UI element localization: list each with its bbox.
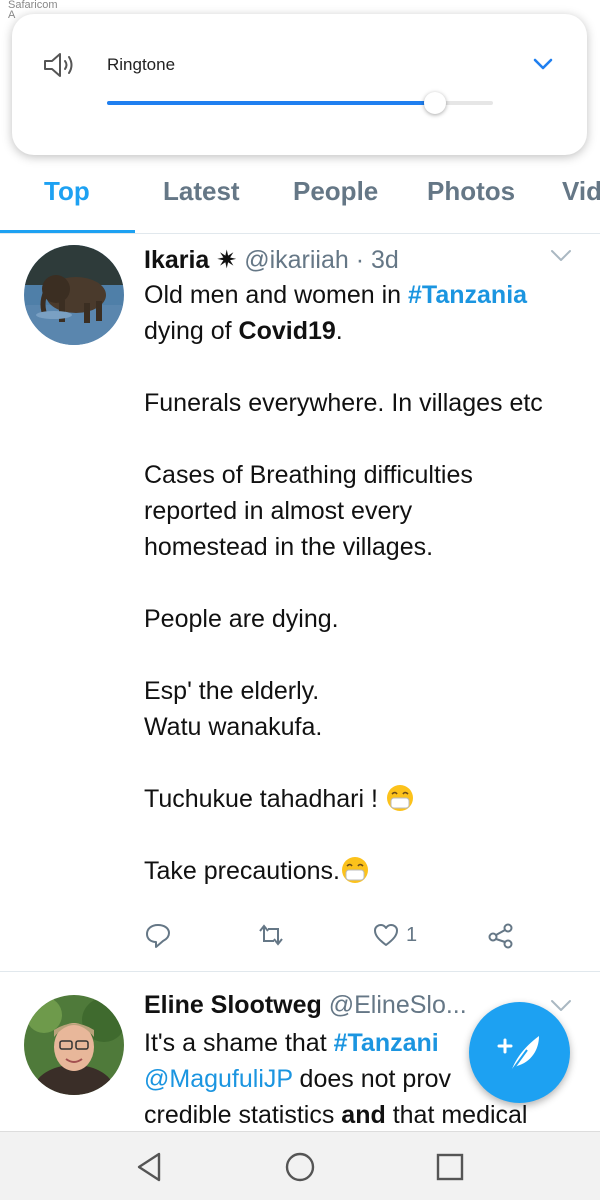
volume-stream-label: Ringtone	[107, 55, 176, 74]
retweet-button[interactable]	[257, 920, 285, 950]
reply-button[interactable]	[144, 920, 172, 950]
system-nav-bar	[0, 1131, 600, 1200]
tweet-text: Old men and women in #Tanzania dying of …	[144, 277, 589, 889]
volume-slider-thumb[interactable]	[424, 92, 447, 114]
tweet-text-span: credible statistics	[144, 1101, 342, 1129]
like-button[interactable]: 1	[372, 920, 417, 950]
share-icon	[488, 923, 513, 949]
chevron-down-icon[interactable]	[531, 52, 555, 76]
mention-link[interactable]: @MagufuliJP	[144, 1065, 293, 1093]
tab-latest[interactable]: Latest	[163, 176, 240, 207]
tweet-age: 3d	[371, 246, 399, 274]
tweet-paragraph: Take precautions.	[144, 857, 340, 885]
tweet-paragraph: Tuchukue tahadhari !	[144, 785, 385, 813]
bold-keyword: Covid19	[238, 317, 336, 345]
tweet-paragraph: homestead in the villages.	[144, 533, 434, 561]
tweet-text-span: dying of	[144, 317, 239, 345]
elephant-photo	[24, 245, 124, 345]
volume-slider[interactable]	[107, 92, 493, 114]
tweet-text-span: .	[335, 317, 343, 345]
volume-panel: Ringtone	[12, 14, 587, 155]
tweet-paragraph: Esp' the elderly.	[144, 677, 320, 705]
tab-photos[interactable]: Photos	[427, 176, 515, 207]
author-handle[interactable]: @ElineSlo...	[329, 991, 467, 1019]
tweet-paragraph: People are dying.	[144, 605, 339, 633]
profile-photo	[24, 995, 124, 1095]
chevron-down-icon[interactable]	[550, 249, 572, 263]
tab-people[interactable]: People	[293, 176, 378, 207]
tab-videos[interactable]: Vid	[562, 176, 600, 207]
hashtag-link[interactable]: #Tanzania	[408, 281, 527, 309]
author-name[interactable]: Eline Slootweg	[144, 991, 322, 1019]
compose-feather-icon	[497, 1036, 539, 1073]
back-icon[interactable]	[133, 1150, 167, 1184]
tab-top[interactable]: Top	[44, 176, 90, 207]
author-name[interactable]: Ikaria	[144, 246, 209, 274]
carrier-name: Safaricom	[8, 0, 58, 11]
tweet-header: Ikaria ✷ @ikariiah · 3d	[144, 245, 399, 275]
compose-tweet-button[interactable]	[469, 1002, 570, 1103]
bold-keyword: and	[341, 1101, 386, 1129]
mask-face-emoji-icon	[386, 785, 413, 811]
tweet-text-span: that medical	[385, 1101, 528, 1129]
author-handle[interactable]: @ikariiah	[244, 246, 349, 274]
reply-icon	[146, 924, 170, 948]
carrier-name-line2: A	[8, 9, 16, 21]
tweet-paragraph: Funerals everywhere. In villages etc	[144, 389, 543, 417]
like-count: 1	[406, 923, 418, 946]
avatar[interactable]	[24, 245, 124, 345]
tweet-header: Eline Slootweg @ElineSlo...	[144, 991, 467, 1020]
separator-dot: ·	[355, 246, 365, 274]
tweet-text-span: Old men and women in	[144, 281, 409, 309]
tweet-paragraph: Watu wanakufa.	[144, 713, 323, 741]
recents-icon[interactable]	[433, 1150, 467, 1184]
chevron-down-icon[interactable]	[550, 999, 572, 1013]
speaker-icon[interactable]	[42, 50, 78, 80]
search-tabs: Top Latest People Photos Vid	[0, 160, 600, 234]
tweet-actions: 1	[144, 920, 544, 950]
retweet-icon	[259, 924, 283, 946]
tweet-text-span: It's a shame that	[144, 1029, 334, 1057]
tweet[interactable]: Ikaria ✷ @ikariiah · 3d Old men and wome…	[0, 235, 600, 972]
active-tab-indicator	[0, 230, 135, 233]
heart-icon	[374, 924, 398, 946]
author-badge-icon: ✷	[216, 246, 238, 274]
tweet-paragraph: Cases of Breathing difficulties	[144, 461, 473, 489]
hashtag-link[interactable]: #Tanzani	[334, 1029, 439, 1057]
share-button[interactable]	[487, 920, 515, 950]
volume-slider-fill	[107, 101, 436, 105]
tweet-paragraph: reported in almost every	[144, 497, 413, 525]
home-icon[interactable]	[283, 1150, 317, 1184]
avatar[interactable]	[24, 995, 124, 1095]
tweet-text-span: does not prov	[292, 1065, 452, 1093]
mask-face-emoji-icon	[341, 857, 368, 883]
